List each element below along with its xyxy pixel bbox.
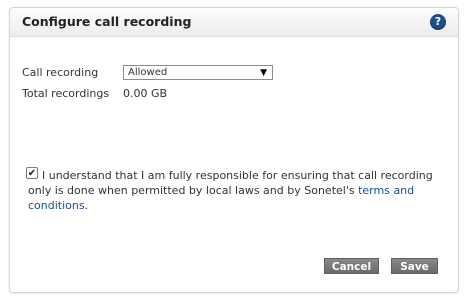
help-icon[interactable]: ? (430, 14, 446, 30)
dropdown-arrow-icon: ▼ (260, 68, 267, 78)
agreement-text: I understand that I am fully responsible… (28, 168, 448, 213)
agreement-text-end: . (84, 199, 89, 212)
save-button[interactable]: Save (391, 258, 438, 274)
call-recording-label: Call recording (22, 66, 99, 79)
dialog-title: Configure call recording (22, 14, 192, 29)
call-recording-selected-value: Allowed (128, 67, 168, 78)
total-recordings-value: 0.00 GB (123, 87, 168, 100)
configure-call-recording-dialog: Configure call recording ? Call recordin… (9, 7, 459, 293)
total-recordings-label: Total recordings (22, 87, 110, 100)
call-recording-select[interactable]: Allowed ▼ (123, 65, 273, 80)
dialog-header: Configure call recording ? (10, 8, 458, 37)
cancel-button[interactable]: Cancel (324, 258, 379, 274)
